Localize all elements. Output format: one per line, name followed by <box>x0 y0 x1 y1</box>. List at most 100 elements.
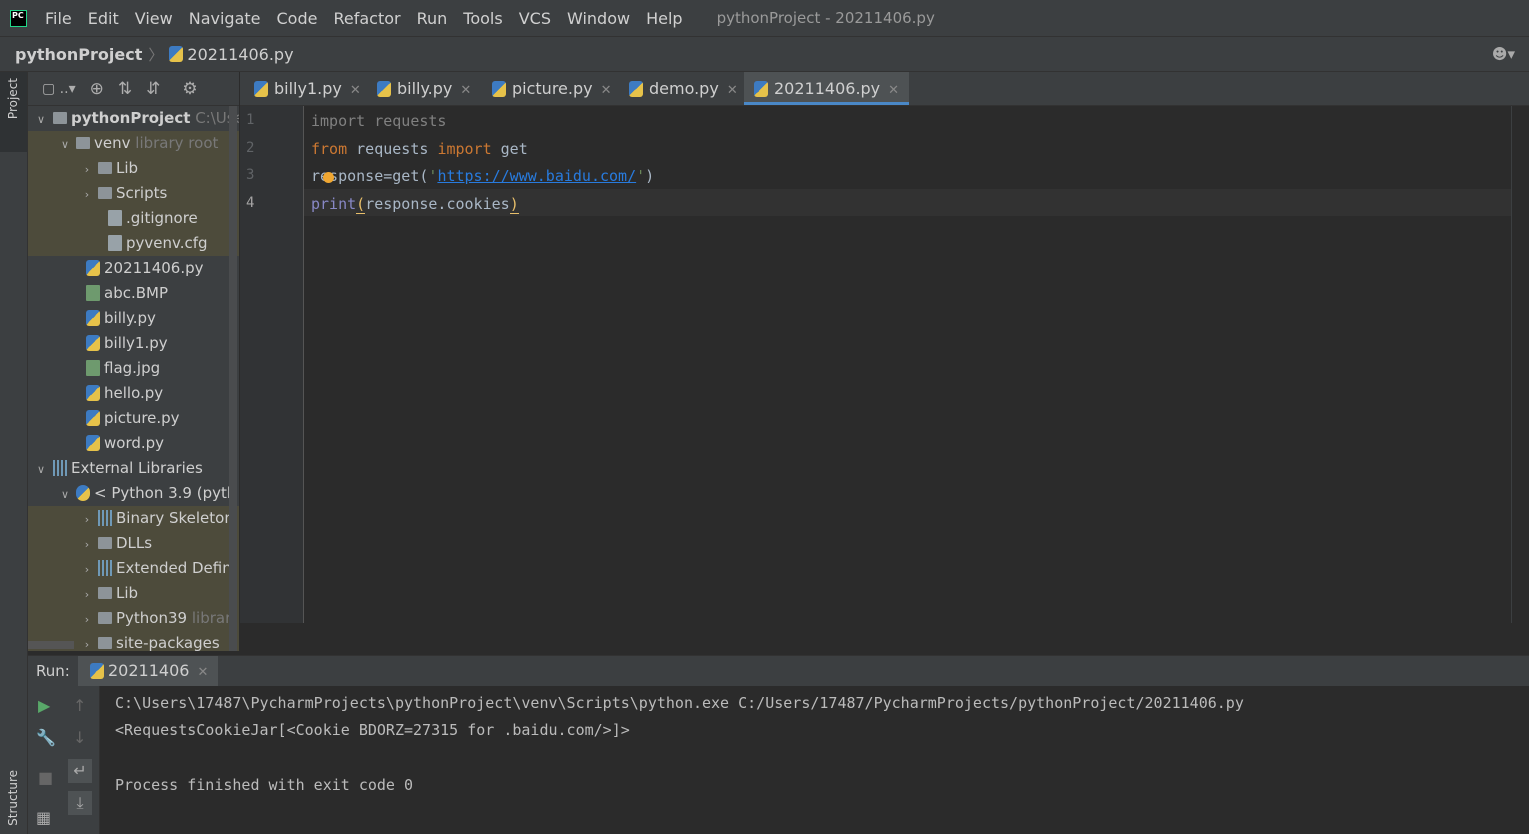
tree-item-gitignore[interactable]: .gitignore <box>28 206 239 231</box>
close-icon[interactable]: ✕ <box>601 83 612 98</box>
close-icon[interactable]: ✕ <box>350 83 361 98</box>
tree-item-label: venv <box>94 134 131 152</box>
tree-item-python-sdk[interactable]: ∨ < Python 3.9 (pyth <box>28 481 239 506</box>
close-icon[interactable]: ✕ <box>197 665 208 680</box>
tab-picture-py[interactable]: picture.py ✕ <box>488 72 617 105</box>
layout-icon[interactable]: ▦ <box>36 808 51 827</box>
menu-vcs[interactable]: VCS <box>519 9 551 28</box>
folder-icon <box>98 612 112 624</box>
chevron-right-icon[interactable]: › <box>80 582 94 607</box>
tree-item-scripts[interactable]: › Scripts <box>28 181 239 206</box>
code-lines[interactable]: import requests from requests import get… <box>304 106 1511 236</box>
close-icon[interactable]: ✕ <box>460 83 471 98</box>
chevron-right-icon[interactable]: › <box>80 632 94 651</box>
chevron-right-icon[interactable]: › <box>80 182 94 207</box>
tree-item-lib-sdk[interactable]: › Lib <box>28 581 239 606</box>
scroll-to-end-icon[interactable]: ⤓ <box>68 791 92 815</box>
url-string[interactable]: https://www.baidu.com/ <box>437 167 636 185</box>
collapse-all-icon[interactable]: ⇵ <box>146 79 160 99</box>
tree-item-flag-jpg[interactable]: flag.jpg <box>28 356 239 381</box>
builtin-print: print <box>311 195 357 213</box>
chevron-right-icon[interactable]: › <box>80 157 94 182</box>
expand-all-icon[interactable]: ⇅ <box>118 79 132 99</box>
chevron-down-icon[interactable]: ∨ <box>58 132 72 157</box>
menu-edit[interactable]: Edit <box>88 9 119 28</box>
menu-refactor[interactable]: Refactor <box>333 9 400 28</box>
string-quote: ' <box>636 167 646 185</box>
tree-item-lib[interactable]: › Lib <box>28 156 239 181</box>
tree-item-pythonproject[interactable]: ∨ pythonProject C:\Use <box>28 106 239 131</box>
chevron-right-icon[interactable]: › <box>80 532 94 557</box>
tree-item-label: < Python 3.9 (pyth <box>94 484 237 502</box>
chevron-right-icon[interactable]: › <box>80 557 94 582</box>
tree-item-venv[interactable]: ∨ venv library root <box>28 131 239 156</box>
library-icon <box>98 510 112 526</box>
tab-billy-py[interactable]: billy.py ✕ <box>373 72 484 105</box>
tab-label: billy.py <box>397 79 453 98</box>
tree-item-dlls[interactable]: › DLLs <box>28 531 239 556</box>
tree-vertical-scrollbar[interactable] <box>229 106 237 651</box>
folder-icon <box>98 637 112 649</box>
locate-file-icon[interactable]: ⊕ <box>90 79 104 99</box>
tree-item-picture-py[interactable]: picture.py <box>28 406 239 431</box>
tree-item-20211406-py[interactable]: 20211406.py <box>28 256 239 281</box>
tree-item-billy-py[interactable]: billy.py <box>28 306 239 331</box>
chevron-down-icon[interactable]: ∨ <box>34 457 48 482</box>
stop-icon[interactable]: ■ <box>38 768 53 787</box>
menu-help[interactable]: Help <box>646 9 682 28</box>
tab-label: demo.py <box>649 79 719 98</box>
menu-tools[interactable]: Tools <box>463 9 502 28</box>
close-icon[interactable]: ✕ <box>888 83 899 98</box>
navigation-bar: pythonProject 〉 20211406.py ☻▾ <box>0 37 1529 72</box>
run-tab-20211406[interactable]: 20211406 ✕ <box>78 656 219 686</box>
tree-item-word-py[interactable]: word.py <box>28 431 239 456</box>
console-line: <RequestsCookieJar[<Cookie BDORZ=27315 f… <box>115 721 630 739</box>
code-line-3[interactable]: response=get('https://www.baidu.com/') <box>311 167 654 185</box>
chevron-right-icon[interactable]: › <box>80 507 94 532</box>
project-tool-button[interactable]: Project <box>0 72 27 152</box>
tab-billy1-py[interactable]: billy1.py ✕ <box>250 72 370 105</box>
menu-run[interactable]: Run <box>417 9 448 28</box>
user-account-icon[interactable]: ☻▾ <box>1492 45 1515 63</box>
tab-demo-py[interactable]: demo.py ✕ <box>625 72 743 105</box>
breadcrumb-file[interactable]: 20211406.py <box>187 45 293 64</box>
tree-item-external-libraries[interactable]: ∨ External Libraries <box>28 456 239 481</box>
chevron-right-icon[interactable]: › <box>80 607 94 632</box>
menu-file[interactable]: File <box>45 9 72 28</box>
library-icon <box>53 460 67 476</box>
menu-navigate[interactable]: Navigate <box>189 9 261 28</box>
menu-code[interactable]: Code <box>277 9 318 28</box>
closing-paren: ) <box>645 167 655 185</box>
chevron-down-icon[interactable]: ∨ <box>34 107 48 132</box>
tree-item-label: .gitignore <box>126 209 198 227</box>
tree-item-pyvenv-cfg[interactable]: pyvenv.cfg <box>28 231 239 256</box>
tree-item-extended-definitions[interactable]: › Extended Defini <box>28 556 239 581</box>
rerun-icon[interactable]: ▶ <box>38 696 50 715</box>
tree-item-python39[interactable]: › Python39 librar <box>28 606 239 631</box>
code-line-2[interactable]: from requests import get <box>311 140 528 158</box>
code-line-4[interactable]: print(response.cookies) <box>311 195 519 214</box>
wrench-icon[interactable]: 🔧 <box>36 728 56 747</box>
tree-item-billy1-py[interactable]: billy1.py <box>28 331 239 356</box>
tree-horizontal-scrollbar[interactable] <box>28 641 74 649</box>
python-file-icon <box>377 81 391 97</box>
breadcrumb-project[interactable]: pythonProject <box>15 45 142 64</box>
breadcrumb-separator: 〉 <box>148 45 164 64</box>
chevron-down-icon[interactable]: ∨ <box>58 482 72 507</box>
arrow-down-icon[interactable]: ↓ <box>73 728 86 747</box>
code-line-1[interactable]: import requests <box>311 112 446 130</box>
soft-wrap-icon[interactable]: ↵ <box>68 759 92 783</box>
structure-tool-button[interactable]: Structure <box>0 770 27 834</box>
run-console[interactable]: C:\Users\17487\PycharmProjects\pythonPro… <box>100 686 1529 834</box>
menu-window[interactable]: Window <box>567 9 630 28</box>
tree-item-abc-bmp[interactable]: abc.BMP <box>28 281 239 306</box>
arrow-up-icon[interactable]: ↑ <box>73 696 86 715</box>
close-icon[interactable]: ✕ <box>727 83 738 98</box>
project-view-selector[interactable]: ▢ ..▾ <box>42 81 76 97</box>
gear-icon[interactable]: ⚙ <box>182 79 197 99</box>
tree-item-hello-py[interactable]: hello.py <box>28 381 239 406</box>
tab-20211406-py[interactable]: 20211406.py ✕ <box>744 72 909 105</box>
menu-view[interactable]: View <box>135 9 173 28</box>
intention-bulb-icon[interactable] <box>323 172 334 183</box>
tree-item-binary-skeletons[interactable]: › Binary Skeleton <box>28 506 239 531</box>
